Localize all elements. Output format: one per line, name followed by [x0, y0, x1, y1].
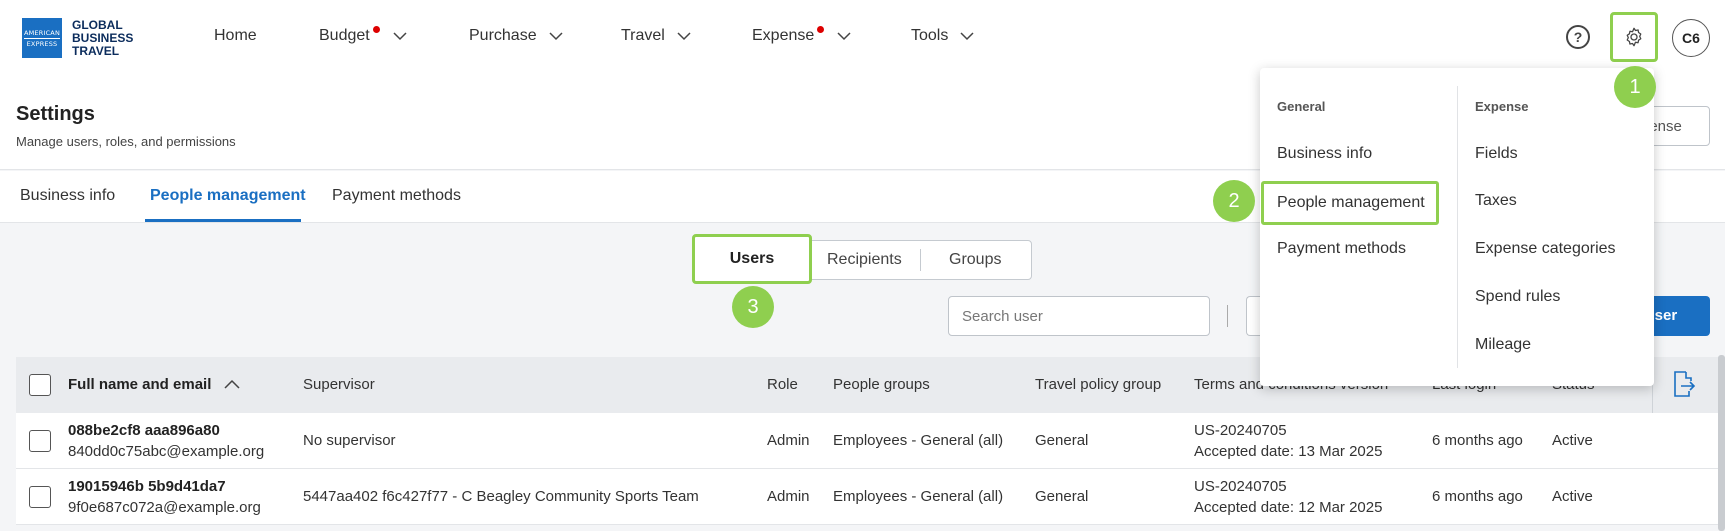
menu-heading-expense: Expense [1475, 99, 1529, 114]
user-role: Admin [767, 488, 810, 505]
column-header-supervisor[interactable]: Supervisor [303, 376, 375, 393]
menu-item-taxes[interactable]: Taxes [1475, 192, 1517, 210]
step-badge-3: 3 [732, 286, 774, 328]
menu-item-business-info[interactable]: Business info [1277, 145, 1372, 163]
page-title: Settings [16, 103, 95, 125]
tab-payment-methods[interactable]: Payment methods [332, 187, 461, 205]
segment-groups[interactable]: Groups [949, 251, 1001, 269]
nav-expense[interactable]: Expense [752, 25, 851, 45]
row-checkbox[interactable] [29, 486, 51, 508]
user-supervisor: No supervisor [303, 432, 396, 449]
segment-divider [920, 249, 921, 271]
amex-gbt-logo[interactable]: AMERICAN EXPRESS GLOBAL BUSINESS TRAVEL [22, 18, 133, 58]
logo-box-line2: EXPRESS [26, 39, 58, 48]
segment-users-label: Users [729, 250, 775, 267]
menu-item-payment-methods[interactable]: Payment methods [1277, 240, 1406, 258]
column-header-name-label: Full name and email [68, 376, 212, 393]
search-input[interactable] [948, 296, 1210, 336]
user-email: 840dd0c75abc@example.org [68, 443, 265, 460]
chevron-down-icon [960, 32, 974, 41]
help-icon-glyph: ? [1573, 29, 1583, 45]
tab-people-management[interactable]: People management [150, 187, 306, 205]
nav-budget[interactable]: Budget [319, 25, 407, 45]
vertical-scrollbar[interactable] [1718, 355, 1725, 531]
toolbar-separator [1227, 305, 1228, 327]
menu-item-mileage[interactable]: Mileage [1475, 336, 1531, 354]
settings-gear-button[interactable] [1610, 12, 1658, 62]
menu-item-people-management-label: People management [1277, 194, 1425, 211]
segment-users[interactable]: Users [692, 234, 812, 284]
table-row[interactable]: 088be2cf8 aaa896a80 840dd0c75abc@example… [16, 413, 1725, 469]
sort-ascending-icon [224, 379, 240, 389]
nav-home[interactable]: Home [214, 27, 257, 45]
user-policy-group: General [1035, 488, 1089, 505]
table-row[interactable]: 19015946b 5b9d41da7 9f0e687c072a@example… [16, 469, 1725, 525]
chevron-down-icon [837, 32, 851, 41]
step-badge-2: 2 [1213, 180, 1255, 222]
segment-recipients[interactable]: Recipients [827, 251, 902, 269]
user-supervisor: 5447aa402 f6c427f77 - C Beagley Communit… [303, 488, 699, 505]
menu-item-spend-rules[interactable]: Spend rules [1475, 288, 1560, 306]
settings-dropdown-menu: General Business info Payment methods Ex… [1260, 68, 1654, 386]
terms-version: US-20240705 [1194, 478, 1287, 495]
select-all-checkbox[interactable] [29, 374, 51, 396]
user-last-login: 6 months ago [1432, 488, 1523, 505]
notification-dot [817, 25, 825, 33]
menu-item-expense-categories[interactable]: Expense categories [1475, 240, 1616, 258]
menu-heading-general: General [1277, 99, 1326, 114]
nav-home-label: Home [214, 27, 257, 44]
user-people-groups: Employees - General (all) [833, 488, 1004, 505]
nav-tools-label: Tools [911, 27, 949, 44]
nav-tools[interactable]: Tools [911, 27, 974, 45]
terms-version: US-20240705 [1194, 422, 1287, 439]
menu-item-people-management[interactable]: People management [1261, 181, 1439, 225]
export-icon[interactable] [1672, 371, 1696, 397]
avatar[interactable]: C6 [1672, 19, 1710, 57]
chevron-down-icon [393, 32, 407, 41]
gear-icon [1626, 27, 1642, 47]
menu-divider [1457, 86, 1458, 368]
nav-purchase[interactable]: Purchase [469, 27, 563, 45]
active-tab-indicator [145, 219, 301, 222]
page-subtitle: Manage users, roles, and permissions [16, 134, 236, 149]
logo-text-line3: TRAVEL [72, 43, 120, 58]
user-people-groups: Employees - General (all) [833, 432, 1004, 449]
amex-logo-box: AMERICAN EXPRESS [22, 18, 62, 58]
menu-item-fields[interactable]: Fields [1475, 145, 1518, 163]
nav-purchase-label: Purchase [469, 27, 537, 44]
terms-accepted-date: Accepted date: 12 Mar 2025 [1194, 499, 1383, 516]
logo-text: GLOBAL BUSINESS TRAVEL [72, 17, 134, 58]
user-last-login: 6 months ago [1432, 432, 1523, 449]
nav-travel-label: Travel [621, 27, 665, 44]
status-badge: Active [1552, 488, 1593, 505]
user-role: Admin [767, 432, 810, 449]
user-email: 9f0e687c072a@example.org [68, 499, 261, 516]
user-policy-group: General [1035, 432, 1089, 449]
nav-travel[interactable]: Travel [621, 27, 691, 45]
terms-accepted-date: Accepted date: 13 Mar 2025 [1194, 443, 1383, 460]
tab-business-info[interactable]: Business info [20, 187, 115, 205]
column-header-travel-policy-group[interactable]: Travel policy group [1035, 376, 1161, 393]
logo-text-line2: BUSINESS [72, 30, 134, 45]
logo-box-line1: AMERICAN [23, 28, 61, 37]
user-name[interactable]: 088be2cf8 aaa896a80 [68, 422, 220, 439]
nav-expense-label: Expense [752, 27, 815, 44]
logo-text-line1: GLOBAL [72, 17, 123, 32]
column-header-role[interactable]: Role [767, 376, 798, 393]
row-checkbox[interactable] [29, 430, 51, 452]
chevron-down-icon [677, 32, 691, 41]
status-badge: Active [1552, 432, 1593, 449]
nav-budget-label: Budget [319, 27, 370, 44]
notification-dot [372, 25, 380, 33]
top-nav: AMERICAN EXPRESS GLOBAL BUSINESS TRAVEL … [0, 0, 1725, 76]
help-icon[interactable]: ? [1566, 25, 1590, 49]
user-name[interactable]: 19015946b 5b9d41da7 [68, 478, 226, 495]
column-header-name[interactable]: Full name and email [68, 376, 240, 393]
column-header-people-groups[interactable]: People groups [833, 376, 930, 393]
chevron-down-icon [549, 32, 563, 41]
avatar-initials: C6 [1682, 30, 1700, 46]
step-badge-1: 1 [1614, 66, 1656, 108]
